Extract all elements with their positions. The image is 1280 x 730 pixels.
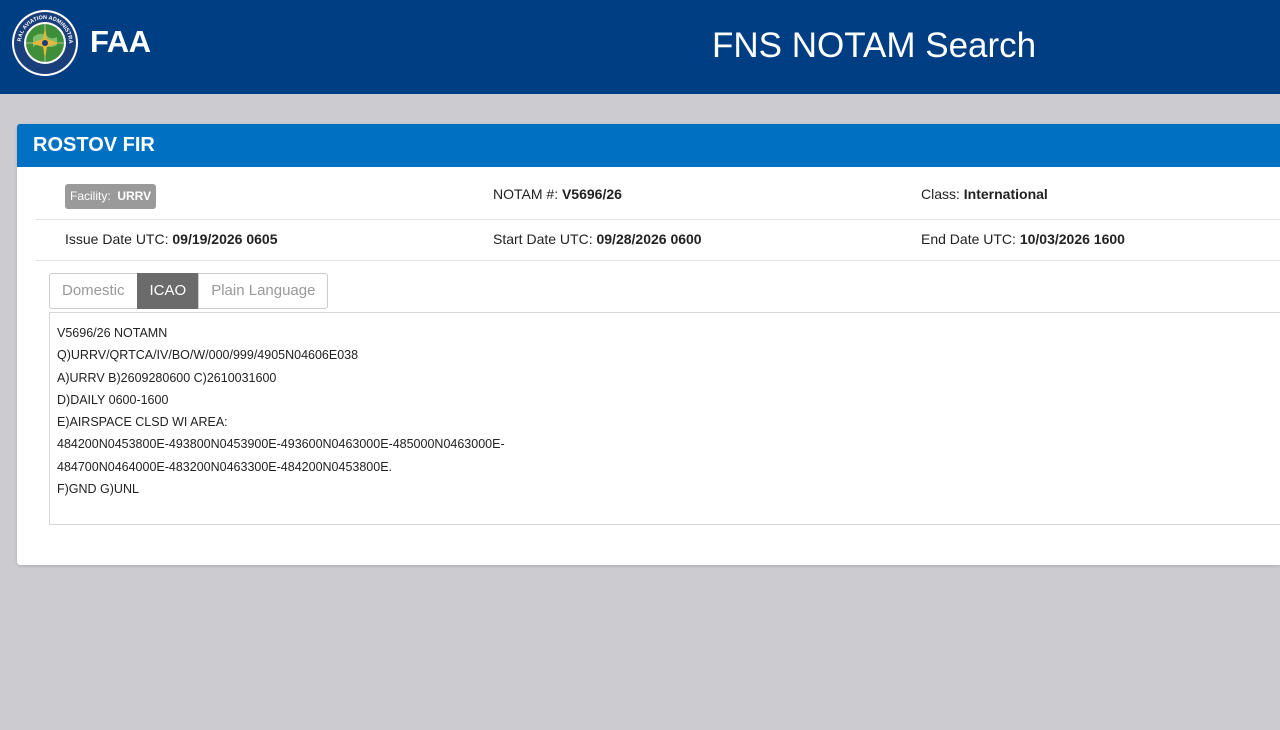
start-date: Start Date UTC: 09/28/2026 0600 <box>493 231 702 247</box>
notam-number: NOTAM #: V5696/26 <box>493 186 622 202</box>
fir-title: ROSTOV FIR <box>33 134 155 156</box>
end-date-value: 10/03/2026 1600 <box>1019 231 1125 247</box>
issue-date: Issue Date UTC: 09/19/2026 0605 <box>65 231 277 247</box>
tab-domestic[interactable]: Domestic <box>49 273 138 309</box>
class-value: International <box>963 186 1048 202</box>
notam-line: D)DAILY 0600-1600 <box>57 392 169 407</box>
notam-line: F)GND G)UNL <box>57 482 139 497</box>
notam-line: 484200N0453800E-493800N0453900E-493600N0… <box>57 437 505 452</box>
facility-label: Facility: <box>70 189 111 203</box>
faa-brand[interactable]: FAA <box>90 24 151 60</box>
app-header: FEDERAL AVIATION ADMINISTRATION FAA FNS … <box>0 0 1280 94</box>
format-tabs: Domestic ICAO Plain Language <box>49 273 329 309</box>
issue-date-value: 09/19/2026 0605 <box>172 231 278 247</box>
facility-value: URRV <box>117 189 152 203</box>
notam-class: Class: International <box>921 186 1048 202</box>
notam-line: V5696/26 NOTAMN <box>57 326 168 340</box>
tab-icao[interactable]: ICAO <box>136 273 200 309</box>
faa-seal-icon[interactable]: FEDERAL AVIATION ADMINISTRATION <box>11 9 79 77</box>
issue-date-label: Issue Date UTC: <box>65 231 169 247</box>
notam-info-row: Facility: URRV NOTAM #: V5696/26 Class: … <box>36 169 1280 220</box>
start-date-value: 09/28/2026 0600 <box>596 231 702 247</box>
notam-line: A)URRV B)2609280600 C)2610031600 <box>57 370 277 385</box>
notam-line: Q)URRV/QRTCA/IV/BO/W/000/999/4905N04606E… <box>57 348 359 363</box>
notam-number-label: NOTAM #: <box>493 186 559 202</box>
notam-number-value: V5696/26 <box>561 186 622 202</box>
notam-dates-row: Issue Date UTC: 09/19/2026 0605 Start Da… <box>36 220 1280 261</box>
class-label: Class: <box>921 186 960 202</box>
start-date-label: Start Date UTC: <box>493 231 593 247</box>
notam-line: E)AIRSPACE CLSD WI AREA: <box>57 415 228 430</box>
notam-card: ROSTOV FIR Facility: URRV NOTAM #: V5696… <box>17 124 1280 565</box>
end-date: End Date UTC: 10/03/2026 1600 <box>921 231 1125 247</box>
card-header: ROSTOV FIR <box>17 124 1280 167</box>
end-date-label: End Date UTC: <box>921 231 1016 247</box>
notam-line: 484700N0464000E-483200N0463300E-484200N0… <box>57 459 393 474</box>
app-title: FNS NOTAM Search <box>712 26 1037 65</box>
facility-badge: Facility: URRV <box>65 184 157 209</box>
tab-plain-language[interactable]: Plain Language <box>198 273 329 309</box>
notam-text-box: V5696/26 NOTAMN Q)URRV/QRTCA/IV/BO/W/000… <box>49 312 1280 525</box>
